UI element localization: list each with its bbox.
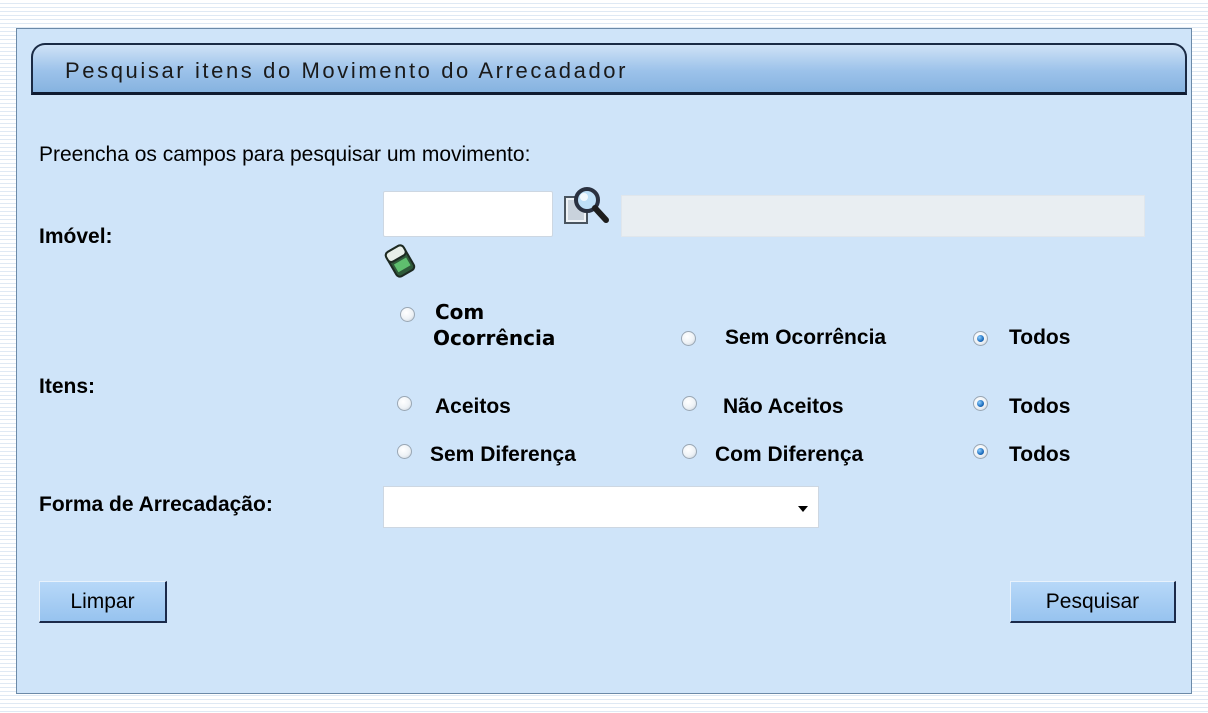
chevron-down-icon[interactable] [798, 506, 808, 512]
radio-label-todos-diferenca: Todos [1009, 443, 1071, 466]
radio-nao-aceitos[interactable] [682, 396, 697, 411]
imovel-description-field [621, 195, 1145, 237]
radio-label-sem-ocorrencia: Sem Ocorrência [725, 326, 887, 349]
imovel-label: Imóvel: [39, 225, 113, 248]
radio-label-todos-aceitos: Todos [1009, 395, 1071, 418]
radio-label-nao-aceitos: Não Aceitos [723, 395, 844, 418]
search-panel: Pesquisar itens do Movimento do Arrecada… [16, 28, 1192, 694]
magnifier-icon[interactable] [563, 185, 613, 234]
page-title: Pesquisar itens do Movimento do Arrecada… [65, 58, 629, 83]
forma-arrecadacao-label: Forma de Arrecadação: [39, 493, 273, 516]
radio-label-sem-diferenca: Sem Diferença [430, 443, 576, 466]
radio-label-todos-ocorrencia: Todos [1009, 326, 1071, 349]
instructions-text: Preencha os campos para pesquisar um mov… [39, 143, 531, 166]
itens-label: Itens: [39, 375, 96, 398]
radio-todos-ocorrencia[interactable] [973, 331, 988, 346]
eraser-icon[interactable] [383, 241, 417, 286]
radio-label-com-diferenca: Com Diferença [715, 443, 864, 466]
radio-sem-ocorrencia[interactable] [681, 331, 696, 346]
radio-label-aceitos: Aceitos [435, 395, 511, 418]
radio-todos-diferenca[interactable] [973, 444, 988, 459]
imovel-code-input[interactable] [383, 191, 553, 237]
panel-title-bar: Pesquisar itens do Movimento do Arrecada… [31, 43, 1187, 95]
radio-aceitos[interactable] [397, 396, 412, 411]
radio-label-com-ocorrencia: Com Ocorrência [433, 299, 556, 352]
radio-sem-diferenca[interactable] [397, 444, 412, 459]
forma-arrecadacao-select[interactable] [383, 486, 819, 528]
search-button[interactable]: Pesquisar [1010, 581, 1176, 623]
radio-com-diferenca[interactable] [682, 444, 697, 459]
radio-todos-aceitos[interactable] [973, 396, 988, 411]
radio-com-ocorrencia[interactable] [400, 307, 415, 322]
clear-button[interactable]: Limpar [39, 581, 167, 623]
radio-label-com-ocorrencia-text: Com Ocorrência [433, 300, 556, 350]
